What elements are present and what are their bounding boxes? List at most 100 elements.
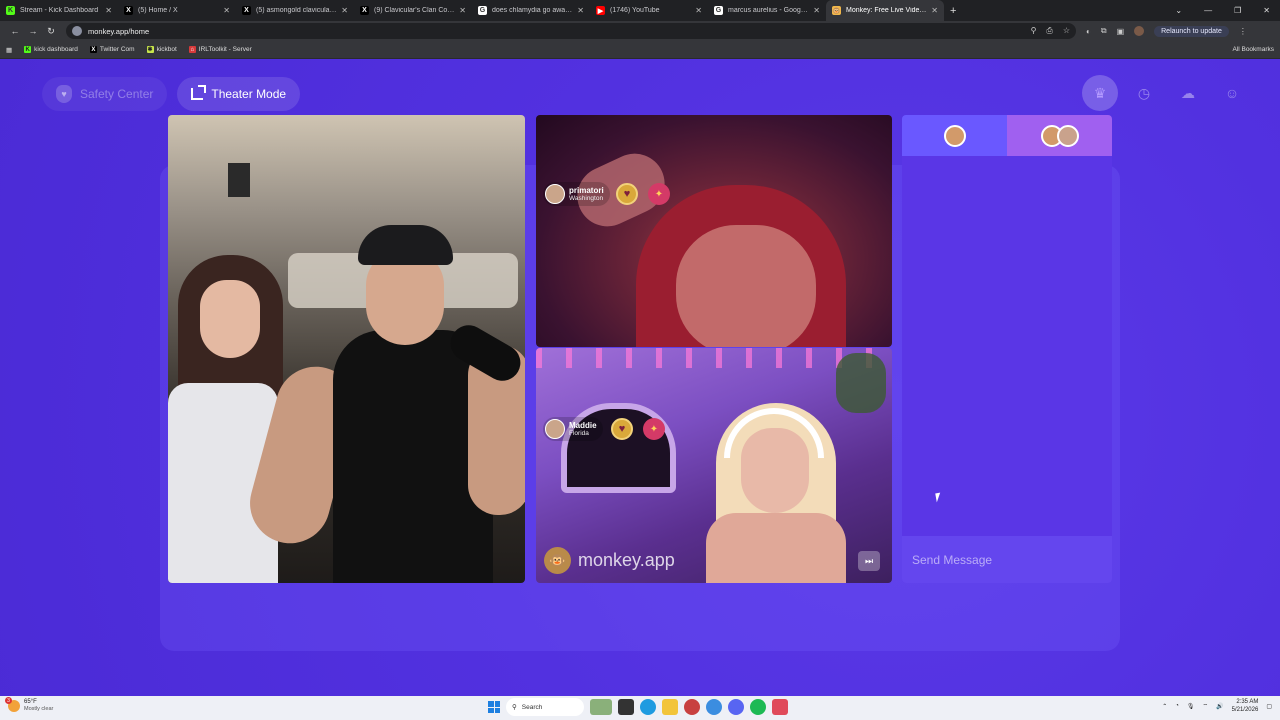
tab-title: (1746) YouTube: [610, 7, 660, 14]
person-body: [706, 513, 846, 583]
puzzle-icon[interactable]: ⧉: [1101, 26, 1107, 36]
bookmark-favicon-icon: ✱: [146, 46, 154, 53]
browser-tab[interactable]: X (5) Home / X ✕: [118, 0, 236, 21]
site-info-icon[interactable]: [72, 26, 82, 36]
user-badge-top[interactable]: primatori Washington: [543, 182, 610, 206]
tray-icon[interactable]: ◔: [1175, 703, 1179, 709]
install-icon[interactable]: ⎙: [1046, 26, 1052, 36]
skip-icon[interactable]: ⏭: [858, 551, 880, 571]
profile-avatar[interactable]: [1134, 26, 1145, 36]
bookmark-item[interactable]: Kkick dashboard: [24, 46, 78, 53]
notifications-icon[interactable]: ▢: [1266, 703, 1272, 710]
username: Maddie: [569, 420, 597, 430]
new-tab-button[interactable]: +: [944, 5, 962, 17]
expand-icon: [191, 85, 207, 100]
url-input[interactable]: monkey.app/home ⚲ ⎙ ☆: [66, 23, 1076, 39]
tab-title: (5) Home / X: [138, 7, 178, 14]
tab-close-icon[interactable]: ✕: [695, 6, 702, 15]
bookmark-star-icon[interactable]: ☆: [1063, 26, 1070, 36]
tab-title: Stream - Kick Dashboard: [20, 7, 99, 14]
spotify-icon[interactable]: [750, 699, 766, 715]
bookmark-favicon-icon: K: [24, 46, 32, 53]
weather-widget[interactable]: 3 65°F Mostly clear: [5, 697, 54, 713]
app-icon[interactable]: [772, 699, 788, 715]
avatar: [943, 124, 966, 147]
tab-close-icon[interactable]: ✕: [931, 6, 938, 15]
browser-tab[interactable]: X (5) asmongold clavicular - Sear ✕: [236, 0, 354, 21]
bookmark-label: Twitter Com: [99, 46, 135, 53]
user-badge-bottom[interactable]: Maddie Florida: [543, 417, 603, 441]
username: primatori: [569, 185, 604, 195]
search-icon: ⚲: [512, 704, 517, 711]
self-video: [168, 115, 525, 583]
send-message-input[interactable]: Send Message: [902, 536, 1112, 583]
taskbar-search[interactable]: ⚲ Search: [506, 698, 584, 716]
monkey-logo-icon: 🐵: [544, 547, 571, 574]
edge-icon[interactable]: [640, 699, 656, 715]
sidepanel-icon[interactable]: ▣: [1117, 27, 1125, 36]
clock[interactable]: 2:35 AM 5/21/2026: [1232, 698, 1259, 714]
apps-grid-icon[interactable]: ▦: [6, 46, 12, 54]
close-window-button[interactable]: ✕: [1263, 6, 1270, 15]
bookmark-item[interactable]: X Twitter Com: [89, 46, 135, 53]
browser-tab[interactable]: ▶ (1746) YouTube ✕: [590, 0, 708, 21]
back-icon[interactable]: ←: [6, 26, 24, 36]
network-icon[interactable]: ⌔: [1203, 702, 1209, 710]
tab-close-icon[interactable]: ✕: [813, 6, 820, 15]
microphone-icon[interactable]: 🎙: [1187, 703, 1195, 710]
safety-center-button[interactable]: ♥ Safety Center: [42, 77, 168, 111]
browser-tab[interactable]: K Stream - Kick Dashboard ✕: [0, 0, 118, 21]
discord-icon[interactable]: [728, 699, 744, 715]
bookmark-label: kickbot: [156, 46, 177, 53]
task-view-icon[interactable]: [618, 699, 634, 715]
clock-icon[interactable]: ◷: [1126, 75, 1162, 111]
zoom-icon[interactable]: ⚲: [1031, 26, 1037, 36]
tab-close-icon[interactable]: ✕: [341, 6, 348, 15]
chrome-icon[interactable]: [706, 699, 722, 715]
gift-icon[interactable]: ✦: [643, 418, 665, 440]
browser-tab[interactable]: Gdoes chlamydia go away - Goo ✕: [472, 0, 590, 21]
all-bookmarks-button[interactable]: All Bookmarks: [1232, 46, 1274, 53]
chat-tab-group[interactable]: [1007, 115, 1112, 156]
tab-title: Monkey: Free Live Video C: [846, 7, 928, 14]
menu-icon[interactable]: ⋮: [1239, 27, 1247, 36]
address-bar-row: ← → ↻ monkey.app/home ⚲ ⎙ ☆ ◐ ⧉ ▣ Relaun…: [0, 21, 1280, 41]
forward-icon[interactable]: →: [24, 26, 42, 36]
browser-tab[interactable]: Gmarcus aurelius - Google Sear ✕: [708, 0, 826, 21]
bookmark-item[interactable]: ✱ kickbot: [146, 46, 177, 53]
heart-icon[interactable]: ♥: [611, 418, 633, 440]
widgets-icon[interactable]: [590, 699, 612, 715]
tab-close-icon[interactable]: ✕: [459, 6, 466, 15]
gift-icon[interactable]: ✦: [648, 183, 670, 205]
chevron-up-icon[interactable]: ⌃: [1162, 703, 1167, 710]
bookmark-label: kick dashboard: [34, 46, 78, 53]
minimize-button[interactable]: —: [1204, 6, 1212, 15]
relaunch-button[interactable]: Relaunch to update: [1154, 25, 1229, 37]
chat-tab-single[interactable]: [902, 115, 1007, 156]
tab-search-icon[interactable]: ⌄: [1175, 6, 1182, 15]
theater-mode-button[interactable]: Theater Mode: [177, 77, 301, 111]
heart-icon[interactable]: ♥: [616, 183, 638, 205]
tab-favicon-icon: X: [124, 6, 133, 15]
browser-tab[interactable]: X (9) Clavicular's Clan Communit ✕: [354, 0, 472, 21]
weather-desc: Mostly clear: [24, 706, 54, 712]
tab-close-icon[interactable]: ✕: [223, 6, 230, 15]
app-icon[interactable]: [684, 699, 700, 715]
clock-date: 5/21/2026: [1231, 707, 1259, 713]
volume-icon[interactable]: 🔊: [1216, 703, 1223, 710]
avatar: [1056, 124, 1079, 147]
browser-tab[interactable]: 🐵 Monkey: Free Live Video C ✕: [826, 0, 944, 21]
chat-icon[interactable]: ☁: [1170, 75, 1206, 111]
file-explorer-icon[interactable]: [662, 699, 678, 715]
person-face: [676, 225, 816, 347]
bookmark-item[interactable]: ⌂ IRLToolkit - Server: [188, 46, 252, 53]
safety-center-label: Safety Center: [80, 87, 154, 101]
reload-icon[interactable]: ↻: [42, 26, 60, 37]
tab-close-icon[interactable]: ✕: [105, 6, 112, 15]
monkey-icon[interactable]: ☺: [1214, 75, 1250, 111]
maximize-button[interactable]: ❐: [1234, 6, 1241, 15]
extension-icon[interactable]: ◐: [1086, 27, 1091, 36]
tab-close-icon[interactable]: ✕: [577, 6, 584, 15]
start-icon[interactable]: [488, 701, 500, 713]
crown-icon[interactable]: ♛: [1082, 75, 1118, 111]
